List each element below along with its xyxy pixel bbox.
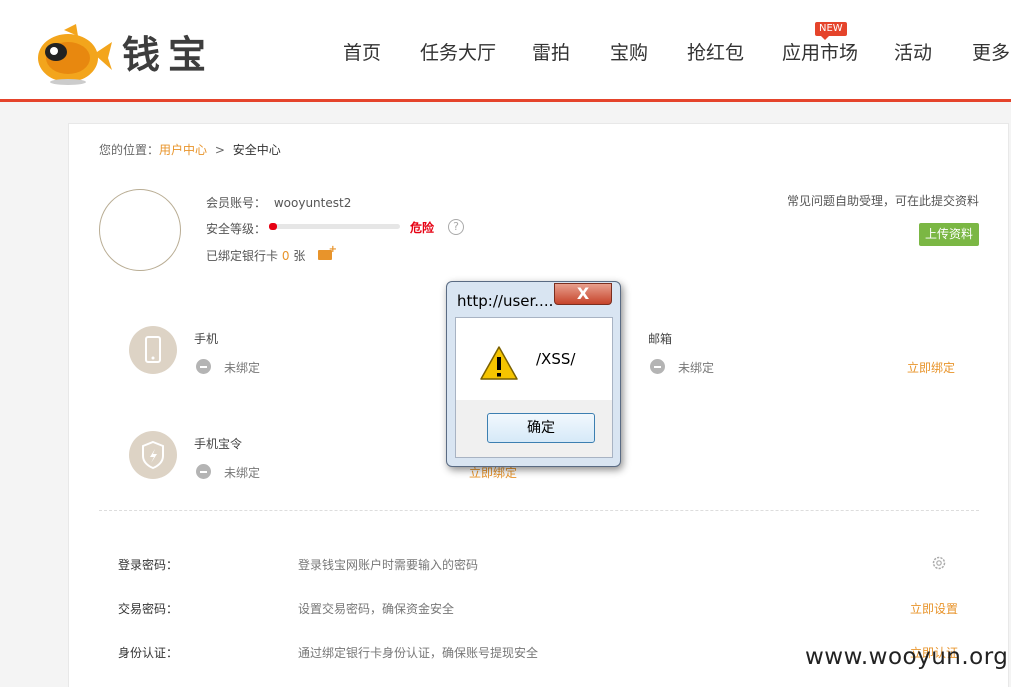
security-level-fill [269,223,277,230]
faq-text: 常见问题自助受理，可在此提交资料 [787,194,980,208]
security-level-label: 安全等级： [206,222,267,236]
identity-desc: 通过绑定银行卡身份认证，确保账号提现安全 [298,646,539,660]
nav-home[interactable]: 首页 [343,38,381,65]
member-label: 会员账号： [206,196,267,210]
token-status: 未绑定 [224,466,261,480]
login-password-desc: 登录钱宝网账户时需要输入的密码 [298,558,479,572]
trade-password-set-link[interactable]: 立即设置 [910,600,958,617]
shield-icon [129,431,177,479]
member-value: wooyuntest2 [273,196,352,210]
new-badge: NEW [815,22,847,40]
alert-dialog: http://user.... X /XSS/ 确定 [446,281,621,467]
login-password-label: 登录密码： [118,558,179,572]
dialog-title: http://user.... [457,292,554,310]
email-unbound-icon [650,359,665,374]
bank-count: 0 [281,249,290,263]
nav-activity[interactable]: 活动 [894,38,932,65]
dialog-footer: 确定 [455,400,613,458]
breadcrumb-separator: > [214,143,225,157]
close-button[interactable]: X [554,283,612,305]
nav-more[interactable]: 更多 [972,38,1010,65]
breadcrumb-current: 安全中心 [232,143,281,157]
upload-docs-button[interactable]: 上传资料 [919,223,979,246]
identity-label: 身份认证： [118,646,179,660]
nav-task-hall[interactable]: 任务大厅 [420,38,496,65]
phone-status: 未绑定 [224,361,261,375]
nav-baogou[interactable]: 宝购 [610,38,648,65]
security-level-text: 危险 [410,221,435,235]
email-status: 未绑定 [678,361,715,375]
trade-password-label: 交易密码： [118,602,179,616]
help-icon[interactable]: ? [448,219,464,235]
gear-icon[interactable] [931,555,947,571]
site-header: 钱宝 首页 任务大厅 雷拍 宝购 抢红包 应用市场 活动 更多 NEW [0,0,1011,102]
member-account: 会员账号： wooyuntest2 [206,194,351,211]
watermark: www.wooyun.org [805,644,1009,670]
divider [99,510,979,511]
bank-prefix: 已绑定银行卡 [206,249,279,263]
security-level-bar [269,223,400,230]
token-title: 手机宝令 [194,437,243,451]
dialog-message: /XSS/ [536,350,576,368]
nav-leipai[interactable]: 雷拍 [532,38,570,65]
bound-bank-cards: 已绑定银行卡 0 张 [206,247,305,264]
ok-button[interactable]: 确定 [487,413,595,443]
phone-icon [129,326,177,374]
nav-red-packet[interactable]: 抢红包 [687,38,744,65]
add-card-icon[interactable] [318,244,337,260]
email-bind-link[interactable]: 立即绑定 [907,359,955,376]
token-unbound-icon [196,464,211,479]
breadcrumb-prefix: 您的位置： [99,143,160,157]
phone-unbound-icon [196,359,211,374]
breadcrumb: 您的位置：用户中心 > 安全中心 [99,141,281,158]
dialog-body: /XSS/ [455,317,613,401]
phone-title: 手机 [194,332,219,346]
main-nav: 首页 任务大厅 雷拍 宝购 抢红包 应用市场 活动 更多 [0,38,1011,68]
breadcrumb-user-center[interactable]: 用户中心 [159,143,207,157]
trade-password-desc: 设置交易密码，确保资金安全 [298,602,455,616]
email-title: 邮箱 [648,332,673,346]
avatar[interactable] [99,189,181,271]
warning-icon [480,346,518,380]
bank-suffix: 张 [293,249,306,263]
nav-app-market[interactable]: 应用市场 [782,38,858,65]
